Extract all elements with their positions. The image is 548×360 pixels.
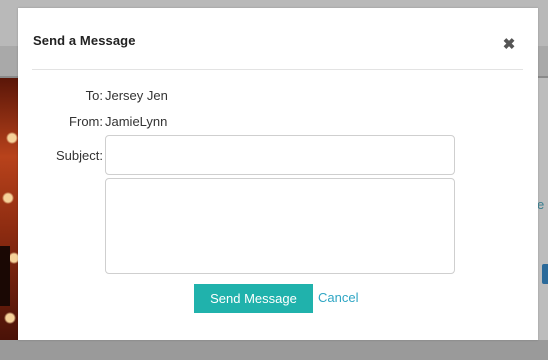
message-textarea[interactable] xyxy=(105,178,455,274)
dialog-divider xyxy=(32,69,523,70)
send-message-dialog: Send a Message ✖ To: Jersey Jen From: Ja… xyxy=(18,8,538,340)
background-button xyxy=(542,264,548,284)
background-photo-shadow xyxy=(0,246,10,306)
background-link: e xyxy=(537,197,545,212)
to-value: Jersey Jen xyxy=(105,88,168,103)
dialog-title: Send a Message xyxy=(33,33,136,48)
from-label: From: xyxy=(69,114,103,129)
subject-label: Subject: xyxy=(56,148,103,163)
cancel-link[interactable]: Cancel xyxy=(318,290,358,305)
send-message-button[interactable]: Send Message xyxy=(194,284,313,313)
close-icon[interactable]: ✖ xyxy=(501,37,517,53)
background-footer xyxy=(0,340,548,360)
subject-input[interactable] xyxy=(105,135,455,175)
to-label: To: xyxy=(85,88,103,103)
from-value: JamieLynn xyxy=(105,114,168,129)
